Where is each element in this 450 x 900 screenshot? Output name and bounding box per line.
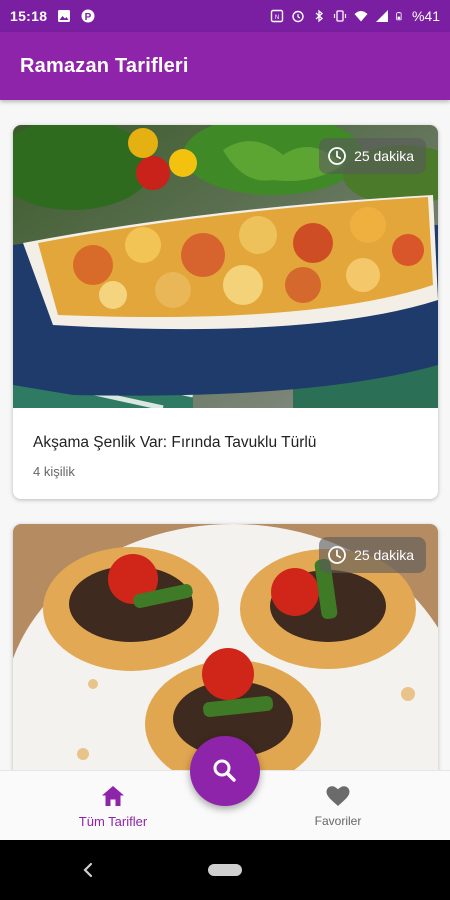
duration-text: 25 dakika: [354, 148, 414, 164]
svg-text:P: P: [85, 12, 92, 23]
image-icon: [58, 10, 71, 22]
battery-percent: %41: [411, 8, 440, 24]
duration-text: 25 dakika: [354, 547, 414, 563]
search-icon: [213, 759, 236, 782]
status-bar: 15:18 P N %41: [0, 0, 450, 32]
heart-icon: [326, 786, 350, 806]
svg-text:N: N: [275, 15, 279, 21]
battery-icon: [396, 12, 402, 21]
recipe-card[interactable]: 25 dakika: [13, 524, 438, 770]
alarm-icon: [292, 10, 304, 23]
app-title: Ramazan Tarifleri: [20, 54, 189, 77]
signal-icon: [375, 10, 388, 22]
nav-favorites-label: Favoriler: [314, 814, 362, 828]
home-pill[interactable]: [208, 864, 242, 876]
app-bar: Ramazan Tarifleri: [0, 32, 450, 100]
wifi-icon: [354, 11, 368, 22]
duration-badge: 25 dakika: [319, 537, 426, 573]
nav-all-recipes[interactable]: Tüm Tarifler: [43, 783, 183, 829]
search-button[interactable]: [190, 736, 260, 806]
parking-icon: P: [81, 9, 95, 23]
clock-icon: [328, 147, 346, 165]
home-icon: [102, 786, 124, 806]
back-icon[interactable]: [76, 858, 100, 882]
bluetooth-icon: [315, 9, 323, 23]
recipe-image: 25 dakika: [13, 524, 438, 770]
clock-icon: [328, 546, 346, 564]
recipe-servings: 4 kişilik: [33, 464, 75, 479]
recipe-card[interactable]: 25 dakika Akşama Şenlik Var: Fırında Tav…: [13, 125, 438, 499]
vibrate-icon: [333, 10, 347, 22]
status-time: 15:18: [10, 8, 48, 24]
recipe-image: 25 dakika: [13, 125, 438, 408]
nav-all-recipes-label: Tüm Tarifler: [78, 814, 148, 829]
duration-badge: 25 dakika: [319, 138, 426, 174]
nav-favorites[interactable]: Favoriler: [268, 783, 408, 828]
recipe-title: Akşama Şenlik Var: Fırında Tavuklu Türlü: [33, 434, 317, 451]
recipe-list[interactable]: 25 dakika Akşama Şenlik Var: Fırında Tav…: [0, 100, 450, 770]
system-navigation-bar: [0, 840, 450, 900]
nfc-icon: N: [270, 9, 284, 23]
